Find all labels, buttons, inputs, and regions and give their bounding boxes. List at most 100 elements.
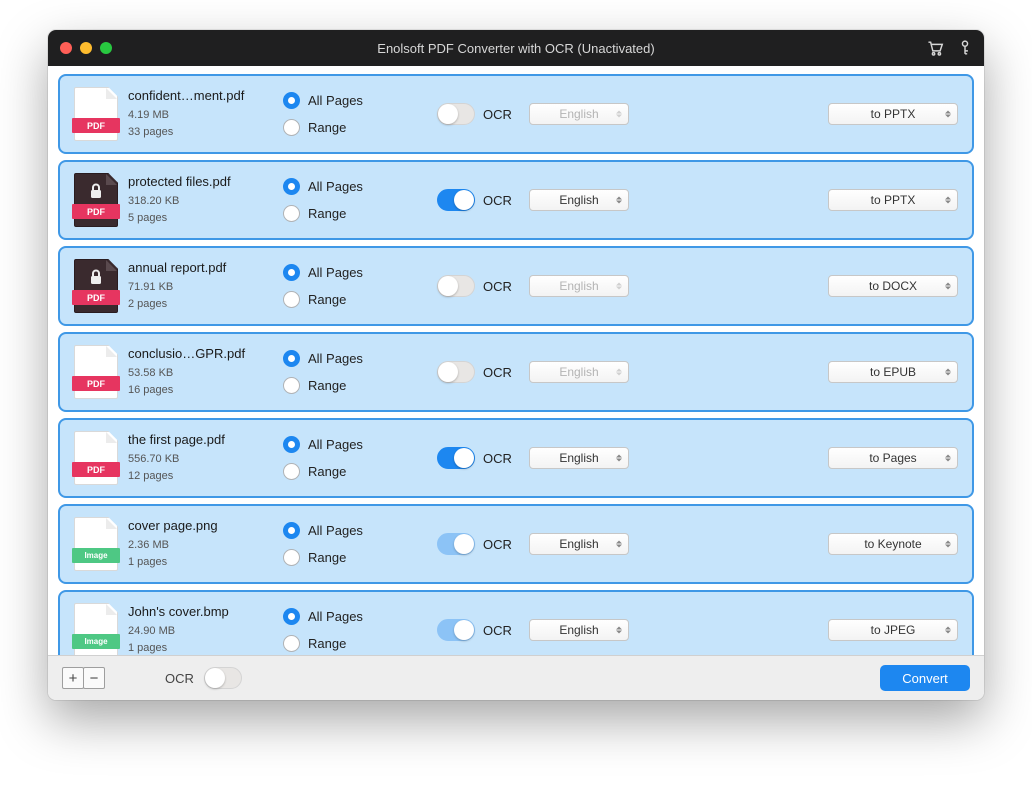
all-pages-radio[interactable]: All Pages [283,608,403,625]
chevron-updown-icon [616,197,622,204]
file-pages: 1 pages [128,554,273,571]
file-row[interactable]: PDF confident…ment.pdf 4.19 MB33 pages All … [58,74,974,154]
maximize-window-button[interactable] [100,42,112,54]
language-value: English [559,279,598,293]
file-info: conclusio…GPR.pdf53.58 KB16 pages [128,346,273,398]
file-info: the first page.pdf556.70 KB12 pages [128,432,273,484]
file-pages: 12 pages [128,468,273,485]
file-row[interactable]: PDFthe first page.pdf556.70 KB12 pagesAl… [58,418,974,498]
output-format-select[interactable]: to EPUB [828,361,958,383]
all-pages-label: All Pages [308,93,363,108]
all-pages-label: All Pages [308,265,363,280]
file-pages: 2 pages [128,296,273,313]
footer-ocr-toggle[interactable] [204,667,242,689]
file-name: conclusio…GPR.pdf [128,346,273,361]
language-select: English [529,275,629,297]
output-format-select[interactable]: to PPTX [828,189,958,211]
file-size: 24.90 MB [128,623,273,640]
pdf-file-icon: PDF [74,345,118,399]
cart-icon[interactable] [926,40,944,56]
format-value: to PPTX [871,193,916,207]
file-pages: 5 pages [128,210,273,227]
file-info: confident…ment.pdf 4.19 MB33 pages [128,88,273,140]
file-size: 556.70 KB [128,451,273,468]
ocr-toggle[interactable] [437,533,475,555]
chevron-updown-icon [945,627,951,634]
file-row[interactable]: PDFprotected files.pdf318.20 KB5 pagesAl… [58,160,974,240]
language-select[interactable]: English [529,619,629,641]
format-value: to PPTX [871,107,916,121]
file-row[interactable]: PDFconclusio…GPR.pdf53.58 KB16 pages All … [58,332,974,412]
range-radio[interactable]: Range [283,635,403,652]
chevron-updown-icon [945,369,951,376]
file-row[interactable]: PDF annual report.pdf 71.91 KB2 pages All P… [58,246,974,326]
ocr-toggle[interactable] [437,361,475,383]
titlebar: Enolsoft PDF Converter with OCR (Unactiv… [48,30,984,66]
range-label: Range [308,292,346,307]
format-value: to JPEG [871,623,916,637]
output-format-select[interactable]: to JPEG [828,619,958,641]
all-pages-radio[interactable]: All Pages [283,264,403,281]
file-list[interactable]: PDF confident…ment.pdf 4.19 MB33 pages All … [48,66,984,656]
file-size: 4.19 MB [128,107,273,124]
language-value: English [559,451,598,465]
ocr-toggle[interactable] [437,189,475,211]
range-radio[interactable]: Range [283,291,403,308]
chevron-updown-icon [945,541,951,548]
ocr-toggle[interactable] [437,103,475,125]
page-range-options: All Pages Range [283,92,403,136]
lock-icon [89,183,103,204]
range-label: Range [308,636,346,651]
language-select[interactable]: English [529,447,629,469]
file-pages: 33 pages [128,124,273,141]
range-radio[interactable]: Range [283,463,403,480]
convert-button[interactable]: Convert [880,665,970,691]
file-type-label: PDF [72,204,120,219]
image-file-icon: Image [74,517,118,571]
all-pages-label: All Pages [308,351,363,366]
output-format-select[interactable]: to Keynote [828,533,958,555]
output-format-select[interactable]: to PPTX [828,103,958,125]
minimize-window-button[interactable] [80,42,92,54]
range-radio[interactable]: Range [283,119,403,136]
all-pages-radio[interactable]: All Pages [283,350,403,367]
ocr-block: OCR [413,619,513,641]
file-size: 71.91 KB [128,279,273,296]
chevron-updown-icon [945,455,951,462]
ocr-label: OCR [483,365,513,380]
file-type-label: PDF [72,290,120,305]
file-name: annual report.pdf [128,260,273,275]
range-radio[interactable]: Range [283,205,403,222]
ocr-toggle[interactable] [437,619,475,641]
language-value: English [559,107,598,121]
ocr-label: OCR [483,279,513,294]
ocr-block: OCR [413,275,513,297]
file-type-label: PDF [72,118,120,133]
all-pages-radio[interactable]: All Pages [283,92,403,109]
ocr-toggle[interactable] [437,447,475,469]
output-format-select[interactable]: to Pages [828,447,958,469]
window-controls [60,42,112,54]
page-range-options: All Pages Range [283,264,403,308]
file-row[interactable]: Imagecover page.png2.36 MB1 pages All Pag… [58,504,974,584]
all-pages-radio[interactable]: All Pages [283,522,403,539]
footer-bar: + − OCR Convert [48,656,984,700]
remove-file-button[interactable]: − [83,667,105,689]
range-radio[interactable]: Range [283,377,403,394]
output-format-select[interactable]: to DOCX [828,275,958,297]
language-select[interactable]: English [529,189,629,211]
add-file-button[interactable]: + [62,667,84,689]
language-select[interactable]: English [529,533,629,555]
file-row[interactable]: ImageJohn's cover.bmp24.90 MB1 pagesAll … [58,590,974,656]
key-icon[interactable] [958,40,972,56]
chevron-updown-icon [616,369,622,376]
footer-ocr-label: OCR [165,671,194,686]
all-pages-radio[interactable]: All Pages [283,178,403,195]
ocr-toggle[interactable] [437,275,475,297]
range-radio[interactable]: Range [283,549,403,566]
app-window: Enolsoft PDF Converter with OCR (Unactiv… [48,30,984,700]
file-name: confident…ment.pdf [128,88,273,103]
file-info: cover page.png2.36 MB1 pages [128,518,273,570]
all-pages-radio[interactable]: All Pages [283,436,403,453]
close-window-button[interactable] [60,42,72,54]
